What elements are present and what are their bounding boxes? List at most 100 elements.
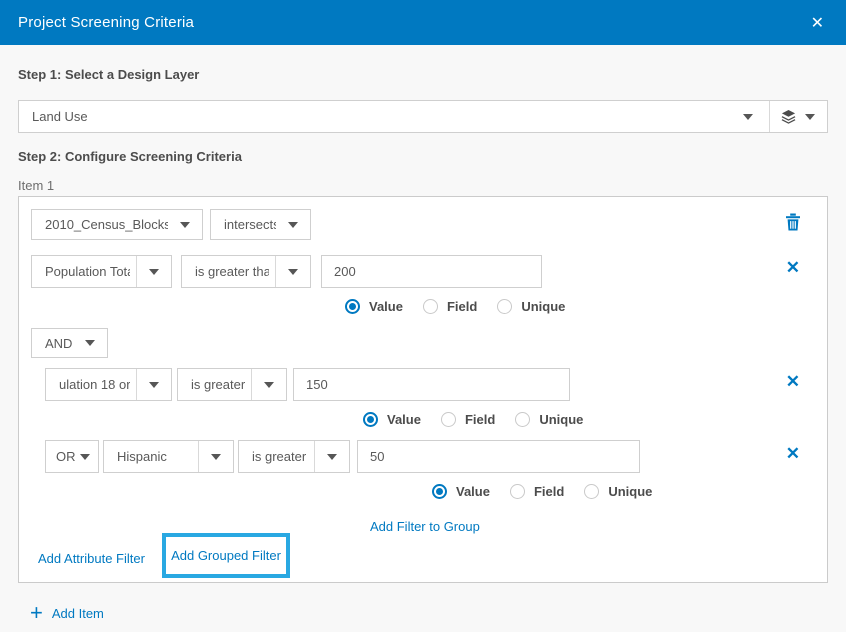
radio-value-label: Value (387, 412, 421, 427)
tutorial-highlight-box: Add Grouped Filter (162, 533, 290, 578)
radio-field-label: Field (465, 412, 495, 427)
divider (136, 256, 137, 287)
add-attribute-filter-link[interactable]: Add Attribute Filter (38, 551, 145, 566)
group-conjunction-select[interactable]: OR (45, 440, 99, 473)
radio-field-label: Field (534, 484, 564, 499)
radio-field[interactable]: Field (510, 484, 564, 499)
remove-group-filter-button[interactable]: ✕ (786, 373, 800, 390)
chevron-down-icon (211, 454, 221, 460)
project-screening-criteria-dialog: Project Screening Criteria ✕ Step 1: Sel… (0, 0, 846, 632)
radio-selected-icon (432, 484, 447, 499)
chevron-down-icon (743, 114, 753, 120)
chevron-down-icon (288, 222, 298, 228)
radio-unique-label: Unique (521, 299, 565, 314)
radio-selected-icon (363, 412, 378, 427)
value-type-radio-group: Value Field Unique (363, 411, 603, 427)
radio-field[interactable]: Field (441, 412, 495, 427)
dialog-title: Project Screening Criteria (18, 14, 807, 31)
item1-panel: 2010_Census_Blocks intersects (18, 196, 828, 583)
group-operator-select[interactable]: is greater than (238, 440, 350, 473)
plus-icon: + (30, 603, 43, 623)
group-operator-select[interactable]: is greater than (177, 368, 287, 401)
chevron-down-icon (80, 454, 90, 460)
remove-filter-button[interactable]: ✕ (786, 259, 800, 276)
target-layer-select[interactable]: 2010_Census_Blocks (31, 209, 203, 240)
divider (198, 441, 199, 472)
radio-unselected-icon (515, 412, 530, 427)
add-grouped-filter-link[interactable]: Add Grouped Filter (171, 548, 281, 563)
design-layer-value: Land Use (32, 109, 731, 124)
spatial-operator-value: intersects (224, 217, 276, 232)
conjunction-select[interactable]: AND (31, 328, 108, 358)
divider (769, 101, 770, 132)
radio-value[interactable]: Value (432, 484, 490, 499)
group-operator-value: is greater than (191, 377, 245, 392)
chevron-down-icon (149, 382, 159, 388)
trash-icon (785, 213, 801, 231)
chevron-down-icon (180, 222, 190, 228)
grouped-filter-row-1: ulation 18 or greater is greater than (45, 368, 570, 401)
attribute-filter-row: Population Total is greater than (31, 255, 542, 288)
remove-group-filter-button[interactable]: ✕ (786, 445, 800, 462)
radio-unique[interactable]: Unique (497, 299, 565, 314)
operator-select[interactable]: is greater than (181, 255, 311, 288)
close-icon: ✕ (786, 372, 800, 391)
group-field-value: Hispanic (117, 449, 192, 464)
spatial-filter-row: 2010_Census_Blocks intersects (31, 209, 311, 240)
radio-unique-label: Unique (539, 412, 583, 427)
radio-selected-icon (345, 299, 360, 314)
divider (136, 369, 137, 400)
radio-field-label: Field (447, 299, 477, 314)
divider (275, 256, 276, 287)
chevron-down-icon (85, 340, 95, 346)
radio-unselected-icon (497, 299, 512, 314)
group-conjunction-value: OR (56, 449, 76, 464)
step1-label: Step 1: Select a Design Layer (18, 67, 199, 82)
radio-unselected-icon (423, 299, 438, 314)
group-field-select[interactable]: ulation 18 or greater (45, 368, 172, 401)
step2-label: Step 2: Configure Screening Criteria (18, 149, 242, 164)
add-item-label: Add Item (52, 606, 104, 621)
chevron-down-icon (288, 269, 298, 275)
value-type-radio-group: Value Field Unique (432, 483, 672, 499)
radio-unselected-icon (441, 412, 456, 427)
item1-label: Item 1 (18, 178, 54, 193)
dialog-header: Project Screening Criteria ✕ (0, 0, 846, 45)
radio-value-label: Value (456, 484, 490, 499)
grouped-filter-row-2: OR Hispanic is greater than (45, 440, 640, 473)
radio-unique-label: Unique (608, 484, 652, 499)
radio-unique[interactable]: Unique (515, 412, 583, 427)
conjunction-row: AND (31, 328, 108, 358)
group-field-select[interactable]: Hispanic (103, 440, 234, 473)
chevron-down-icon (264, 382, 274, 388)
radio-unselected-icon (510, 484, 525, 499)
operator-value: is greater than (195, 264, 269, 279)
chevron-down-icon (327, 454, 337, 460)
add-item-button[interactable]: + Add Item (30, 603, 104, 623)
close-icon: ✕ (786, 444, 800, 463)
layers-icon[interactable] (781, 109, 796, 124)
design-layer-select[interactable]: Land Use (18, 100, 828, 133)
group-operator-value: is greater than (252, 449, 308, 464)
radio-field[interactable]: Field (423, 299, 477, 314)
spatial-operator-select[interactable]: intersects (210, 209, 311, 240)
radio-unique[interactable]: Unique (584, 484, 652, 499)
value-input[interactable] (321, 255, 542, 288)
radio-value[interactable]: Value (363, 412, 421, 427)
add-filter-to-group-link[interactable]: Add Filter to Group (370, 519, 480, 534)
group-value-input[interactable] (293, 368, 570, 401)
value-type-radio-group: Value Field Unique (345, 298, 585, 314)
target-layer-value: 2010_Census_Blocks (45, 217, 168, 232)
close-icon: ✕ (786, 258, 800, 277)
group-value-input[interactable] (357, 440, 640, 473)
delete-item-button[interactable] (785, 213, 801, 231)
chevron-down-icon (149, 269, 159, 275)
close-icon[interactable]: ✕ (807, 11, 828, 35)
divider (251, 369, 252, 400)
field-select[interactable]: Population Total (31, 255, 172, 288)
group-field-value: ulation 18 or greater (59, 377, 130, 392)
layer-menu-chevron-down-icon[interactable] (805, 114, 815, 120)
radio-unselected-icon (584, 484, 599, 499)
radio-value[interactable]: Value (345, 299, 403, 314)
field-value: Population Total (45, 264, 130, 279)
